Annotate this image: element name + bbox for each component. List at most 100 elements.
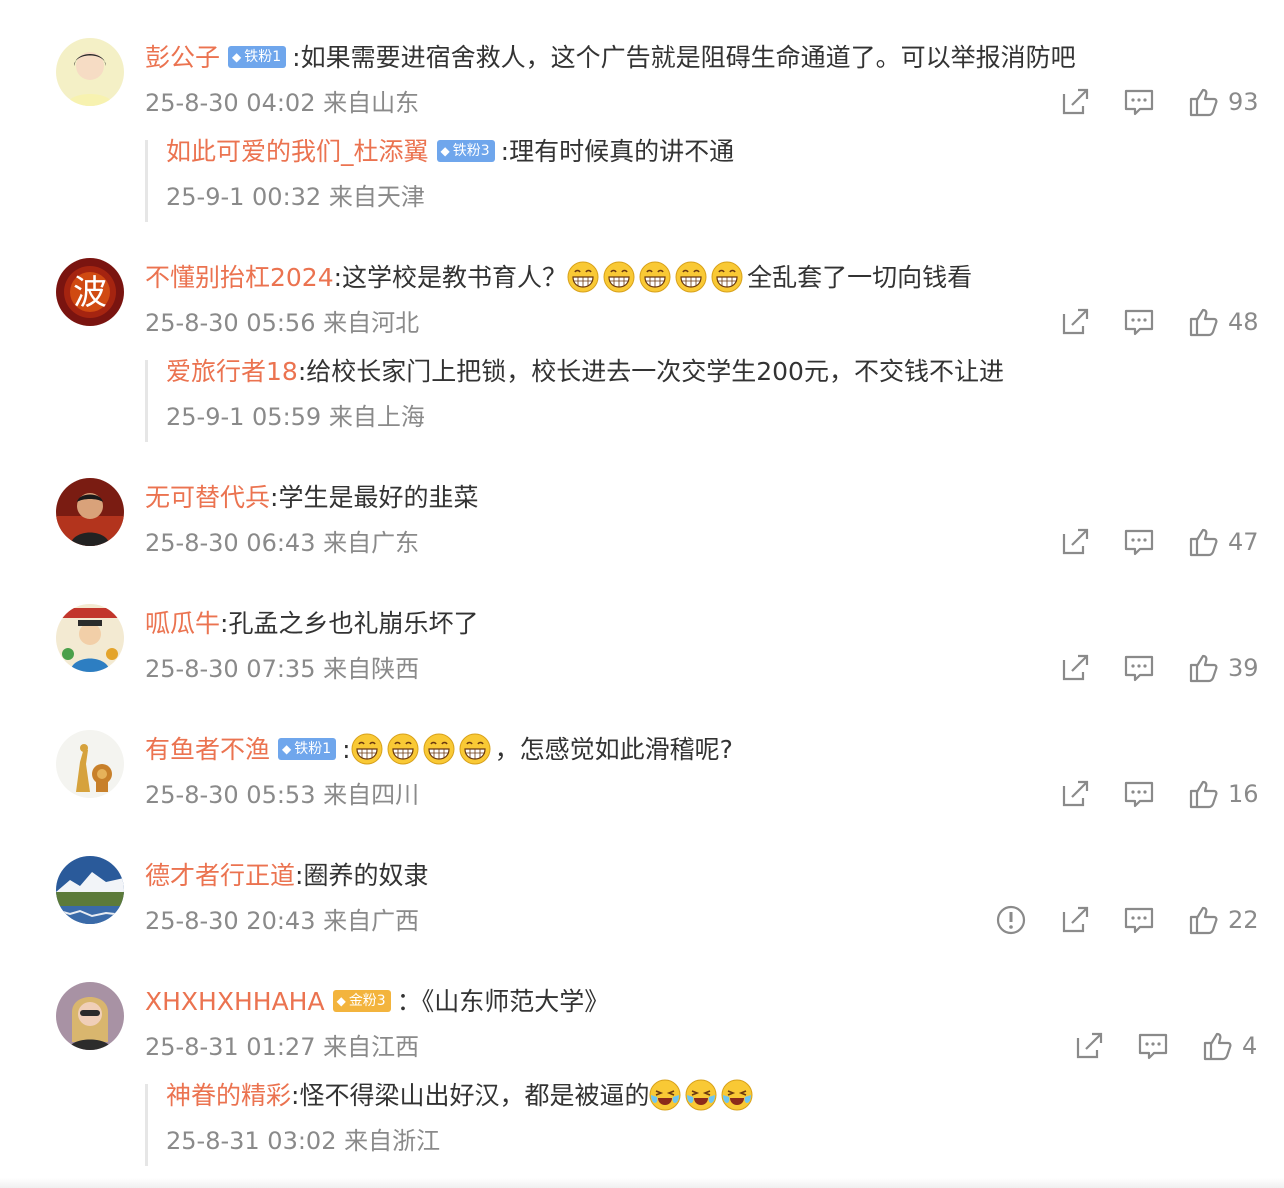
- comment-meta: 25-8-31 03:02 来自浙江: [166, 1124, 440, 1158]
- share-button[interactable]: [1058, 82, 1094, 122]
- comment-text: :这学校是教书育人？: [333, 263, 568, 292]
- user-avatar[interactable]: [56, 982, 124, 1050]
- share-icon: [1058, 651, 1094, 685]
- username-link[interactable]: 不懂别抬杠2024: [145, 263, 334, 292]
- comment-meta: 25-8-30 05:56 来自河北: [145, 306, 419, 340]
- username-link[interactable]: 如此可爱的我们_杜添翼: [166, 137, 429, 166]
- user-avatar[interactable]: [56, 478, 124, 546]
- like-button[interactable]: [1200, 1026, 1236, 1066]
- comment-button[interactable]: [1122, 302, 1158, 342]
- thumbs-up-icon: [1186, 305, 1222, 339]
- location: 来自山东: [323, 89, 420, 117]
- location: 来自广东: [323, 529, 420, 557]
- share-button[interactable]: [1058, 648, 1094, 688]
- grin-emoji: [675, 261, 707, 293]
- comment-text: :如果需要进宿舍救人，这个广告就是阻碍生命通道了。可以举报消防吧: [292, 43, 1076, 72]
- fan-badge-label: 铁粉1: [244, 49, 282, 65]
- comment-meta: 25-8-30 05:53 来自四川: [145, 778, 419, 812]
- thumbs-up-icon: [1186, 85, 1222, 119]
- comment-button[interactable]: [1122, 900, 1158, 940]
- username-link[interactable]: XHXHXHHAHA: [145, 987, 325, 1016]
- comment-text: :孔孟之乡也礼崩乐坏了: [220, 609, 479, 638]
- comment-meta: 25-8-31 01:27 来自江西: [145, 1030, 419, 1064]
- comment-item: XHXHXHHAHA ◆ 金粉3 ：《山东师范大学》 25-8-31 01:27 来自江…: [0, 982, 1284, 1072]
- comment-text: :理有时候真的讲不通: [500, 137, 735, 166]
- comment-item: 有鱼者不渔 ◆ 铁粉1: ，怎感觉如此滑稽呢? 25-8-30 05:53 来自四川 16: [0, 730, 1284, 820]
- share-button[interactable]: [1058, 522, 1094, 562]
- like-count: 39: [1228, 654, 1259, 682]
- location: 来自广西: [323, 907, 420, 935]
- comment-text-line: 彭公子 ◆ 铁粉1:如果需要进宿舍救人，这个广告就是阻碍生命通道了。可以举报消防吧: [145, 40, 1076, 76]
- comment-button[interactable]: [1122, 522, 1158, 562]
- username-link[interactable]: 德才者行正道: [145, 861, 295, 890]
- fan-badge: ◆ 铁粉1: [228, 46, 287, 68]
- like-button[interactable]: [1186, 774, 1222, 814]
- comment-button[interactable]: [1122, 648, 1158, 688]
- comment-icon: [1122, 777, 1158, 811]
- comment-button[interactable]: [1122, 82, 1158, 122]
- user-avatar[interactable]: [56, 856, 124, 924]
- like-button[interactable]: [1186, 302, 1222, 342]
- comment-text: :: [342, 735, 351, 764]
- thumbs-up-icon: [1186, 651, 1222, 685]
- timestamp: 25-8-30 06:43: [145, 529, 316, 557]
- comment-text-line: 德才者行正道:圈养的奴隶: [145, 858, 428, 894]
- location: 来自陕西: [323, 655, 420, 683]
- timestamp: 25-8-31 03:02: [166, 1127, 337, 1155]
- username-link[interactable]: 神眷的精彩: [166, 1081, 291, 1110]
- like-count: 93: [1228, 88, 1259, 116]
- reply-item: 爱旅行者18:给校长家门上把锁，校长进去一次交学生200元，不交钱不让进 25-9…: [145, 357, 1148, 442]
- report-button[interactable]: [994, 900, 1030, 940]
- reply-item: 神眷的精彩:怪不得梁山出好汉，都是被逼的 25-8-31 03:02 来自浙江: [145, 1079, 1148, 1166]
- comment-button[interactable]: [1136, 1026, 1172, 1066]
- timestamp: 25-9-1 05:59: [166, 403, 322, 431]
- username-link[interactable]: 呱瓜牛: [145, 609, 220, 638]
- timestamp: 25-9-1 00:32: [166, 183, 322, 211]
- avatar-char: 波: [73, 273, 107, 313]
- like-button[interactable]: [1186, 900, 1222, 940]
- grin-emoji: [567, 261, 599, 293]
- location: 来自四川: [323, 781, 420, 809]
- gem-icon: ◆: [232, 50, 242, 64]
- share-button[interactable]: [1058, 900, 1094, 940]
- user-avatar[interactable]: [56, 604, 124, 672]
- like-button[interactable]: [1186, 522, 1222, 562]
- share-button[interactable]: [1058, 774, 1094, 814]
- user-avatar[interactable]: 波: [56, 258, 124, 326]
- comment-button[interactable]: [1122, 774, 1158, 814]
- comment-meta: 25-9-1 05:59 来自上海: [166, 400, 425, 434]
- like-count: 4: [1242, 1032, 1258, 1060]
- username-link[interactable]: 无可替代兵: [145, 483, 270, 512]
- comment-item: 波 不懂别抬杠2024:这学校是教书育人？ 全乱套了一切向钱看 25-8-30 05:…: [0, 258, 1284, 348]
- reply-item: 如此可爱的我们_杜添翼 ◆ 铁粉3:理有时候真的讲不通 25-9-1 00:32 来自…: [145, 137, 1148, 222]
- username-link[interactable]: 有鱼者不渔: [145, 735, 270, 764]
- user-avatar[interactable]: [56, 38, 124, 106]
- user-avatar[interactable]: [56, 730, 124, 798]
- location: 来自浙江: [344, 1127, 441, 1155]
- comment-item: 呱瓜牛:孔孟之乡也礼崩乐坏了 25-8-30 07:35 来自陕西 39: [0, 604, 1284, 694]
- location: 来自上海: [328, 403, 425, 431]
- share-button[interactable]: [1058, 302, 1094, 342]
- report-icon: [994, 903, 1030, 937]
- grin-emoji: [351, 733, 383, 765]
- comment-text-line: 神眷的精彩:怪不得梁山出好汉，都是被逼的: [166, 1078, 757, 1114]
- comment-meta: 25-8-30 20:43 来自广西: [145, 904, 419, 938]
- fan-badge-label: 铁粉1: [294, 741, 332, 757]
- like-button[interactable]: [1186, 648, 1222, 688]
- timestamp: 25-8-30 05:56: [145, 309, 316, 337]
- fan-badge: ◆ 铁粉1: [278, 738, 337, 760]
- grin-emoji: [387, 733, 419, 765]
- like-button[interactable]: [1186, 82, 1222, 122]
- location: 来自天津: [328, 183, 425, 211]
- username-link[interactable]: 彭公子: [145, 43, 220, 72]
- comment-item: 德才者行正道:圈养的奴隶 25-8-30 20:43 来自广西 22: [0, 856, 1284, 946]
- share-icon: [1058, 85, 1094, 119]
- thumbs-up-icon: [1186, 903, 1222, 937]
- comment-text: :给校长家门上把锁，校长进去一次交学生200元，不交钱不让进: [297, 357, 1004, 386]
- comment-list: 彭公子 ◆ 铁粉1:如果需要进宿舍救人，这个广告就是阻碍生命通道了。可以举报消防吧 2…: [0, 0, 1284, 1188]
- comment-text: :学生是最好的韭菜: [270, 483, 479, 512]
- comment-meta: 25-8-30 04:02 来自山东: [145, 86, 419, 120]
- username-link[interactable]: 爱旅行者18: [166, 357, 298, 386]
- timestamp: 25-8-31 01:27: [145, 1033, 316, 1061]
- share-button[interactable]: [1072, 1026, 1108, 1066]
